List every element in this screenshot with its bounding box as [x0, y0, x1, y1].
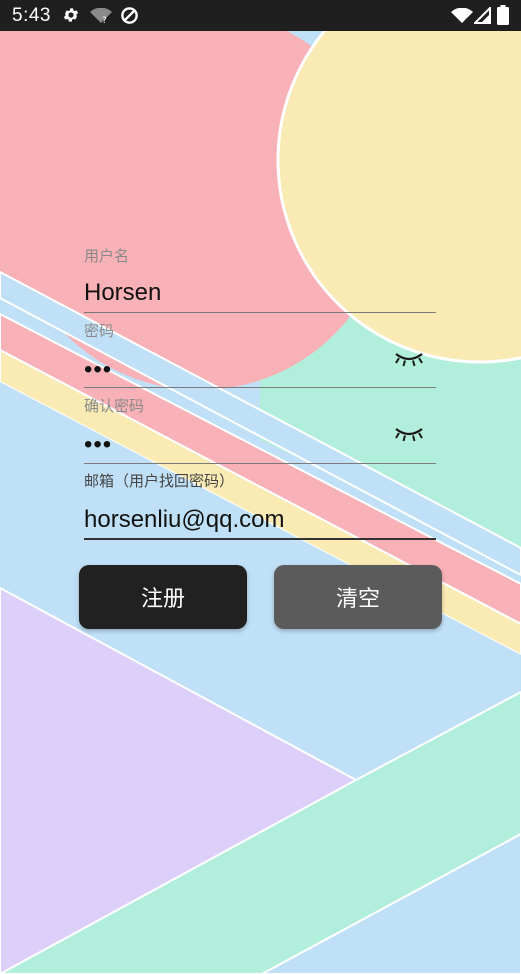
email-field[interactable]: 邮箱（用户找回密码） horsenliu@qq.com	[84, 472, 436, 540]
status-time: 5:43	[12, 5, 51, 26]
gear-icon	[63, 8, 79, 22]
confirm-password-underline	[84, 463, 436, 464]
password-underline	[84, 387, 436, 388]
svg-text:?: ?	[102, 16, 107, 24]
wifi-question-icon: ?	[90, 8, 112, 24]
cell-signal-icon	[474, 7, 491, 24]
username-input[interactable]: Horsen	[84, 275, 436, 311]
username-field[interactable]: 用户名 Horsen	[84, 247, 436, 313]
wifi-x-icon: x	[451, 8, 473, 24]
password-field[interactable]: 密码 •••	[84, 322, 436, 388]
password-label: 密码	[84, 323, 115, 340]
confirm-password-label: 确认密码	[84, 398, 145, 415]
password-input[interactable]: •••	[84, 352, 436, 386]
username-label: 用户名	[84, 248, 130, 265]
svg-text:x: x	[465, 16, 470, 24]
email-label: 邮箱（用户找回密码）	[84, 473, 235, 490]
email-underline	[84, 538, 436, 540]
register-button[interactable]: 注册	[79, 565, 247, 629]
clear-button[interactable]: 清空	[274, 565, 442, 629]
confirm-password-field[interactable]: 确认密码 •••	[84, 397, 436, 464]
data-saver-icon	[121, 7, 138, 24]
eye-closed-icon[interactable]	[394, 350, 424, 370]
confirm-password-input[interactable]: •••	[84, 427, 436, 461]
battery-icon	[497, 5, 509, 25]
email-input[interactable]: horsenliu@qq.com	[84, 502, 436, 538]
eye-closed-icon[interactable]	[394, 425, 424, 445]
username-underline	[84, 312, 436, 313]
status-bar: 5:43 ? x	[0, 0, 521, 31]
